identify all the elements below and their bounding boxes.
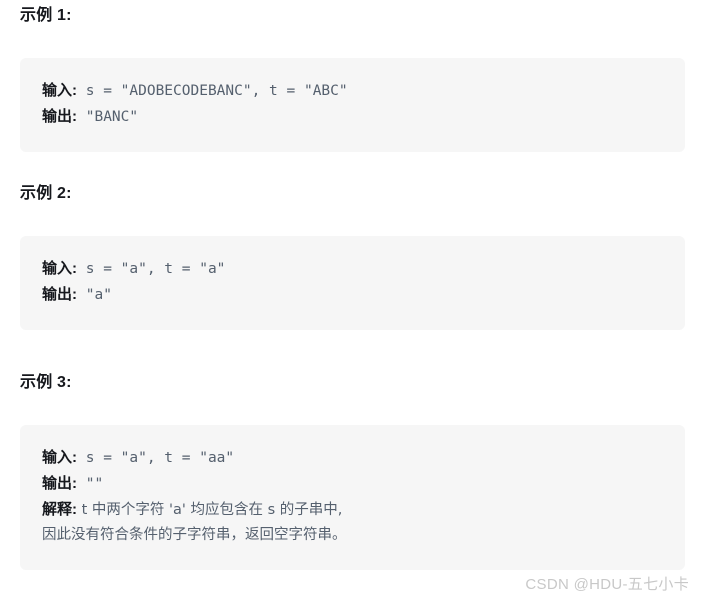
code-line-label: 输入: [42,82,77,99]
code-line-label: 输出: [42,475,77,492]
code-line: 输入: s = "a", t = "a" [42,256,663,282]
code-line: 输出: "" [42,471,663,497]
code-line: 输出: "BANC" [42,104,663,130]
page-root: 示例 1: 输入: s = "ADOBECODEBANC", t = "ABC"… [0,0,707,602]
example-heading-3: 示例 3: [20,374,72,391]
example-section-3: 示例 3: 输入: s = "a", t = "aa" 输出: "" 解释: t… [0,373,707,570]
code-block-1: 输入: s = "ADOBECODEBANC", t = "ABC" 输出: "… [20,58,685,152]
code-line-label: 解释: [42,501,77,518]
code-line: 输入: s = "a", t = "aa" [42,445,663,471]
code-line-label: 输出: [42,108,77,125]
code-line-value: "BANC" [77,109,139,125]
code-block-3: 输入: s = "a", t = "aa" 输出: "" 解释: t 中两个字符… [20,425,685,570]
example-heading-1: 示例 1: [20,7,72,24]
code-line: 输入: s = "ADOBECODEBANC", t = "ABC" [42,78,663,104]
csdn-watermark: CSDN @HDU-五七小卡 [525,576,689,593]
code-line-value: 因此没有符合条件的子字符串，返回空字符串。 [42,527,347,543]
code-line-value: "" [77,476,104,492]
example-section-1: 示例 1: 输入: s = "ADOBECODEBANC", t = "ABC"… [0,6,707,152]
code-line-value: s = "a", t = "aa" [77,450,235,466]
example-section-2: 示例 2: 输入: s = "a", t = "a" 输出: "a" [0,184,707,330]
code-block-2: 输入: s = "a", t = "a" 输出: "a" [20,236,685,330]
code-line: 输出: "a" [42,282,663,308]
code-line-label: 输出: [42,286,77,303]
code-line: 解释: t 中两个字符 'a' 均应包含在 s 的子串中, [42,497,663,523]
code-line-value: "a" [77,287,112,303]
code-line-label: 输入: [42,260,77,277]
code-line-value: s = "ADOBECODEBANC", t = "ABC" [77,83,348,99]
example-heading-2: 示例 2: [20,185,72,202]
code-line-label: 输入: [42,449,77,466]
code-line-value: t 中两个字符 'a' 均应包含在 s 的子串中, [77,502,343,518]
code-line: 因此没有符合条件的子字符串，返回空字符串。 [42,523,663,548]
code-line-value: s = "a", t = "a" [77,261,226,277]
